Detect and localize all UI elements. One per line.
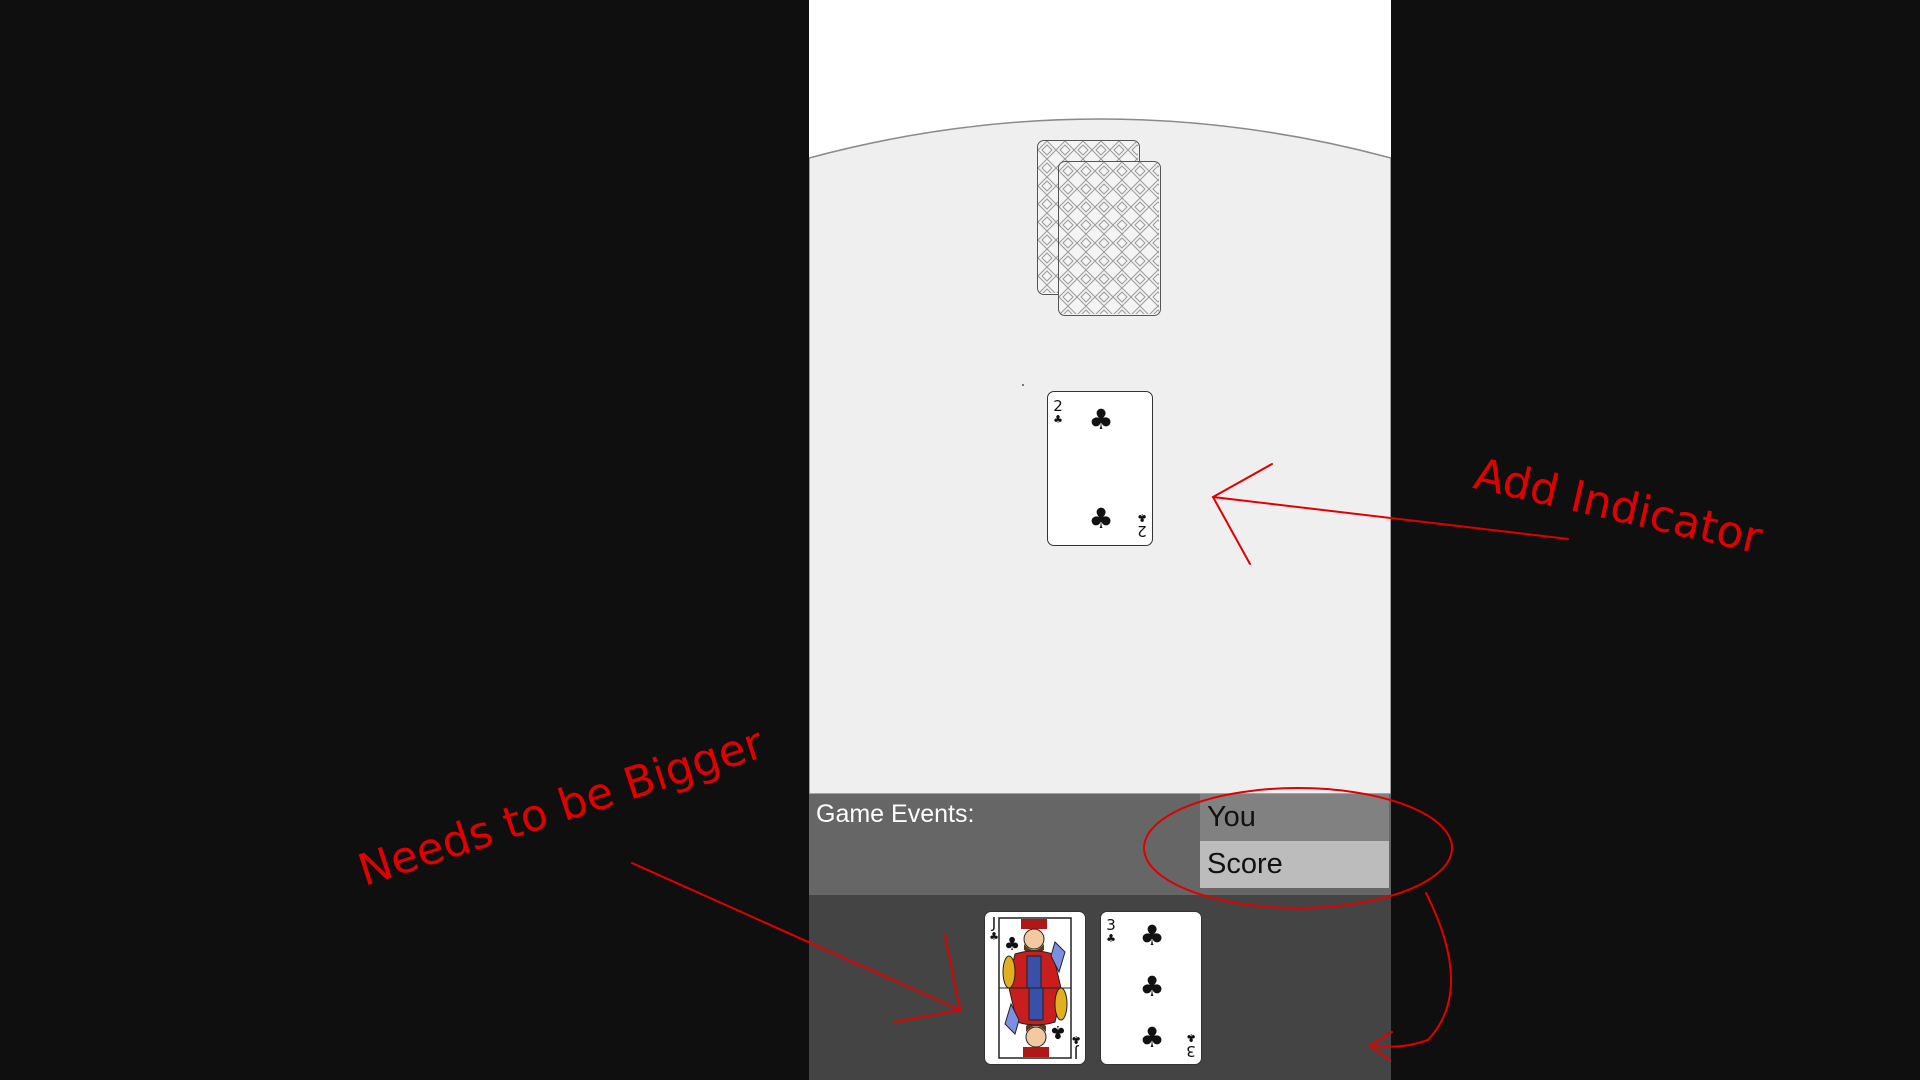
club-icon: ♣	[1071, 1033, 1081, 1046]
played-card: 2 ♣ ♣ ♣ 2 ♣	[1047, 391, 1153, 546]
game-events-label: Game Events:	[816, 800, 975, 828]
table-dot	[1022, 384, 1024, 386]
player-hand-area: J ♣ ♣ ♣ J ♣ 3 ♣ ♣ ♣ ♣ 3 ♣	[809, 895, 1391, 1080]
card-corner-index: 3 ♣	[1185, 1031, 1197, 1060]
game-window: 2 ♣ ♣ ♣ 2 ♣ Game Events: You Score J ♣ ♣…	[809, 0, 1391, 1080]
card-corner-index: 2 ♣	[1052, 399, 1064, 426]
club-icon: ♣	[1139, 919, 1165, 952]
club-icon: ♣	[1137, 511, 1147, 524]
card-corner-index: 2 ♣	[1136, 511, 1148, 540]
club-icon: ♣	[1053, 413, 1063, 426]
club-icon: ♣	[1088, 403, 1114, 436]
hand-card-jack-clubs[interactable]: J ♣ ♣ ♣ J ♣	[984, 911, 1086, 1065]
svg-text:♣: ♣	[1050, 1021, 1066, 1042]
svg-text:♣: ♣	[1004, 934, 1020, 955]
card-corner-index: J ♣	[1070, 1033, 1082, 1062]
score-list-item-you[interactable]: You	[1200, 794, 1389, 841]
game-events-panel: Game Events: You Score	[809, 794, 1391, 895]
card-rank: 3	[1186, 1042, 1196, 1060]
club-icon: ♣	[1139, 970, 1165, 1003]
card-corner-index: 3 ♣	[1105, 918, 1117, 945]
score-list-item-score[interactable]: Score	[1200, 841, 1389, 888]
card-rank: 2	[1137, 522, 1147, 540]
club-icon: ♣	[1088, 502, 1114, 535]
score-list[interactable]: You Score	[1200, 794, 1389, 888]
deck-card-back[interactable]	[1058, 161, 1161, 316]
needs-bigger-annotation: Needs to be Bigger	[352, 717, 770, 897]
card-corner-index: J ♣	[988, 916, 1000, 943]
club-icon: ♣	[1106, 932, 1116, 945]
hand-card-three-clubs[interactable]: 3 ♣ ♣ ♣ ♣ 3 ♣	[1100, 911, 1202, 1065]
club-icon: ♣	[989, 930, 999, 943]
club-icon: ♣	[1186, 1031, 1196, 1044]
club-icon: ♣	[1139, 1021, 1165, 1054]
add-indicator-annotation: Add Indicator	[1469, 448, 1767, 565]
card-rank: J	[1073, 1044, 1079, 1062]
